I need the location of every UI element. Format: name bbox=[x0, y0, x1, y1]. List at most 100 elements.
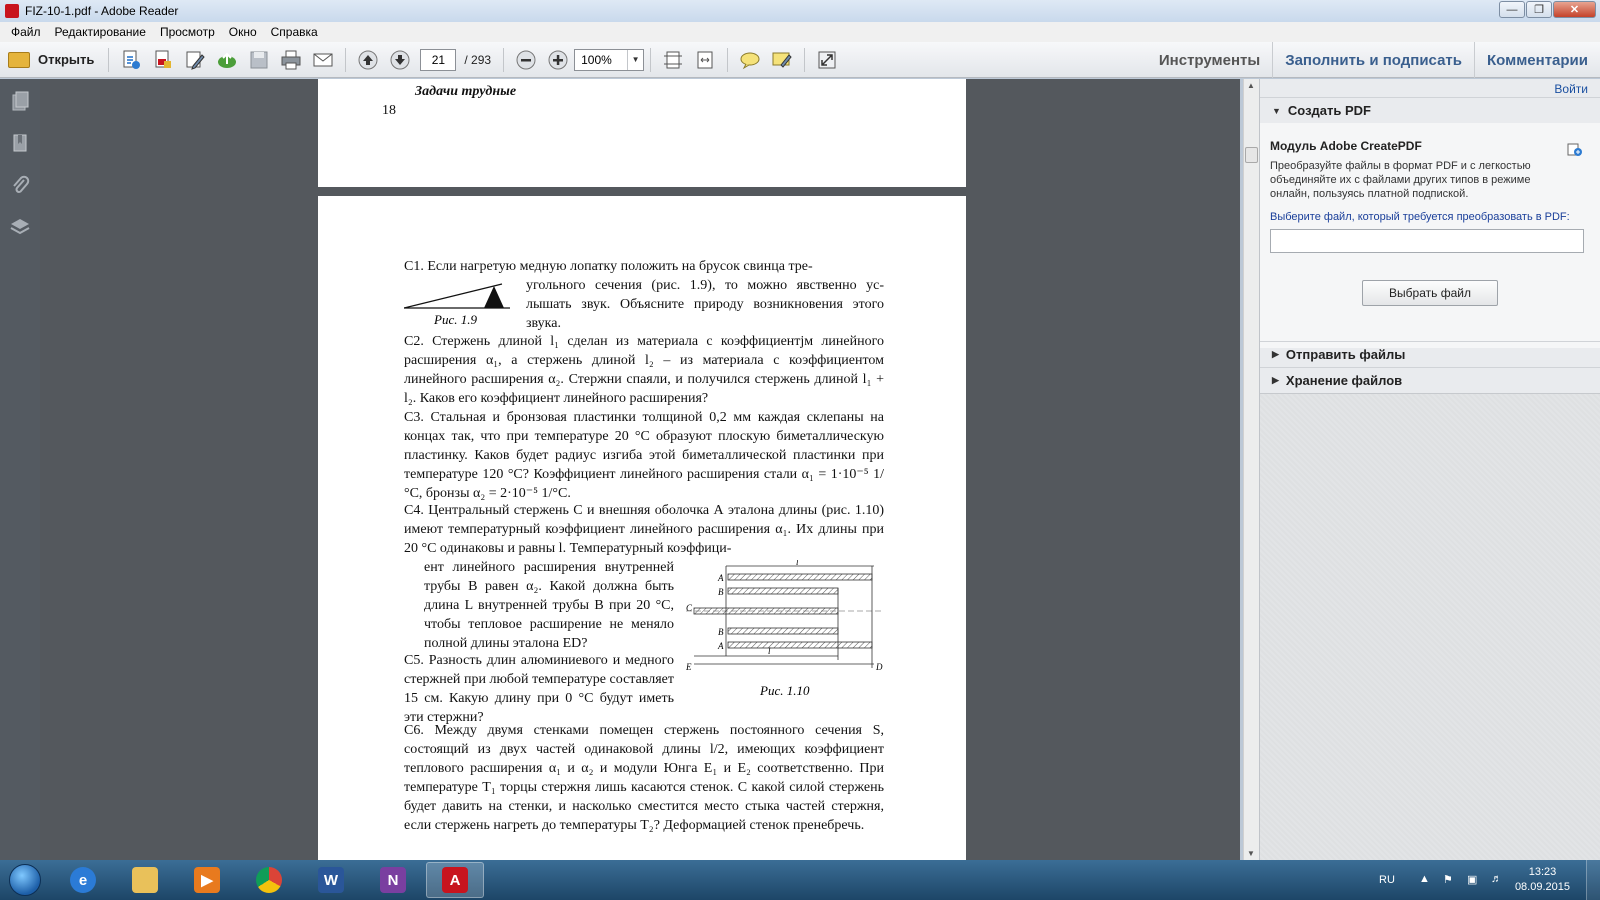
chrome-icon bbox=[256, 867, 282, 893]
folder-icon bbox=[132, 867, 158, 893]
email-icon[interactable] bbox=[311, 48, 335, 72]
cloud-upload-icon[interactable] bbox=[215, 48, 239, 72]
word-icon: W bbox=[318, 867, 344, 893]
toolbar-separator bbox=[345, 47, 347, 72]
send-files-header[interactable]: ▶ Отправить файлы bbox=[1260, 341, 1600, 367]
right-tabs: Инструменты Заполнить и подписать Коммен… bbox=[1147, 42, 1600, 78]
clock[interactable]: 13:23 08.09.2015 bbox=[1515, 865, 1570, 895]
send-files-label: Отправить файлы bbox=[1285, 347, 1406, 362]
tray-expand-icon[interactable]: ▲ bbox=[1419, 873, 1433, 887]
open-label: Открыть bbox=[38, 52, 95, 67]
restore-button[interactable]: ❐ bbox=[1526, 1, 1552, 18]
clock-time: 13:23 bbox=[1528, 866, 1557, 878]
taskbar-onenote[interactable]: N bbox=[364, 862, 422, 898]
figure-1-10-caption: Рис. 1.10 bbox=[760, 683, 810, 698]
scrollbar-thumb[interactable] bbox=[1245, 147, 1258, 163]
highlight-icon[interactable] bbox=[770, 48, 794, 72]
problem-c1-line1: C1. Если нагретую медную лопатку положит… bbox=[404, 259, 813, 274]
create-pdf-header[interactable]: ▼ Создать PDF bbox=[1260, 97, 1600, 123]
main-toolbar: Открыть 21 / 293 100% ▼ Инструменты Запо… bbox=[0, 42, 1600, 78]
choose-file-button[interactable]: Выбрать файл bbox=[1362, 280, 1498, 306]
windows-taskbar: e ▶ W N A RU ▲ ⚑ ▣ ♬ 13:23 08.09.2015 bbox=[0, 860, 1600, 900]
comment-icon[interactable] bbox=[738, 48, 762, 72]
window-controls: — ❐ ✕ bbox=[1499, 1, 1596, 18]
document-scrollbar[interactable]: ▲ ▼ bbox=[1243, 79, 1259, 860]
menu-bar: Файл Редактирование Просмотр Окно Справк… bbox=[0, 22, 1600, 42]
taskbar-chrome[interactable] bbox=[240, 862, 298, 898]
tab-comments[interactable]: Комментарии bbox=[1473, 42, 1600, 78]
onenote-icon: N bbox=[380, 867, 406, 893]
full-screen-icon[interactable] bbox=[815, 48, 839, 72]
fig-label-b-bottom: B bbox=[718, 627, 724, 637]
file-path-input[interactable] bbox=[1270, 229, 1584, 253]
edit-pdf-icon[interactable] bbox=[183, 48, 207, 72]
volume-icon[interactable]: ♬ bbox=[1491, 873, 1505, 887]
adobe-reader-icon bbox=[5, 4, 19, 18]
scroll-down-icon[interactable]: ▼ bbox=[1247, 849, 1255, 858]
export-pdf-icon[interactable] bbox=[151, 48, 175, 72]
page-thumbnails-icon[interactable] bbox=[8, 89, 32, 113]
fit-page-icon[interactable] bbox=[661, 48, 685, 72]
prev-page-icon[interactable] bbox=[356, 48, 380, 72]
tab-tools[interactable]: Инструменты bbox=[1147, 42, 1272, 78]
module-title: Модуль Adobe CreatePDF bbox=[1270, 139, 1422, 153]
attachments-icon[interactable] bbox=[8, 173, 32, 197]
document-view[interactable]: Задачи трудные 18 C1. Если нагретую медн… bbox=[40, 79, 1240, 860]
menu-window[interactable]: Окно bbox=[222, 25, 264, 39]
bookmarks-icon[interactable] bbox=[8, 131, 32, 155]
expanded-triangle-icon: ▼ bbox=[1272, 105, 1281, 116]
menu-help[interactable]: Справка bbox=[264, 25, 325, 39]
fig-label-d: D bbox=[875, 662, 883, 672]
zoom-in-icon[interactable] bbox=[546, 48, 570, 72]
menu-view[interactable]: Просмотр bbox=[153, 25, 222, 39]
menu-file[interactable]: Файл bbox=[4, 25, 48, 39]
fig-label-a-top: A bbox=[717, 573, 724, 583]
toolbar-separator bbox=[108, 47, 110, 72]
fig-label-c: C bbox=[686, 603, 693, 613]
language-indicator[interactable]: RU bbox=[1379, 874, 1395, 886]
taskbar-word[interactable]: W bbox=[302, 862, 360, 898]
figure-1-9-caption: Рис. 1.9 bbox=[434, 312, 477, 327]
next-page-icon[interactable] bbox=[388, 48, 412, 72]
zoom-out-icon[interactable] bbox=[514, 48, 538, 72]
collapsed-triangle-icon: ▶ bbox=[1272, 349, 1279, 359]
store-files-header[interactable]: ▶ Хранение файлов bbox=[1260, 367, 1600, 393]
problem-c4-top: C4. Центральный стержень С и внешняя обо… bbox=[404, 503, 884, 556]
start-button[interactable] bbox=[0, 860, 50, 900]
toolbar-separator bbox=[650, 47, 652, 72]
title-bar: FIZ-10-1.pdf - Adobe Reader — ❐ ✕ bbox=[0, 0, 1600, 22]
fit-width-icon[interactable] bbox=[693, 48, 717, 72]
createpdf-module-icon bbox=[1567, 143, 1582, 156]
layers-icon[interactable] bbox=[8, 215, 32, 239]
fig-label-e: E bbox=[686, 662, 692, 672]
taskbar-adobe-reader[interactable]: A bbox=[426, 862, 484, 898]
zoom-select[interactable]: 100% ▼ bbox=[574, 48, 645, 71]
taskbar-internet-explorer[interactable]: e bbox=[54, 862, 112, 898]
minimize-button[interactable]: — bbox=[1499, 1, 1525, 18]
create-pdf-icon[interactable] bbox=[119, 48, 143, 72]
chevron-down-icon: ▼ bbox=[627, 49, 643, 70]
toolbar-separator bbox=[503, 47, 505, 72]
login-link[interactable]: Войти bbox=[1554, 82, 1588, 96]
media-player-icon: ▶ bbox=[194, 867, 220, 893]
page-number-input[interactable]: 21 bbox=[420, 48, 457, 71]
network-icon[interactable]: ▣ bbox=[1467, 873, 1481, 887]
print-icon[interactable] bbox=[279, 48, 303, 72]
pdf-page-current: C1. Если нагретую медную лопатку положит… bbox=[318, 196, 966, 860]
fig-label-a-bottom: A bbox=[717, 641, 724, 651]
taskbar-media-player[interactable]: ▶ bbox=[178, 862, 236, 898]
open-button[interactable]: Открыть bbox=[0, 46, 102, 74]
tab-fill-sign[interactable]: Заполнить и подписать bbox=[1272, 42, 1474, 78]
show-desktop-button[interactable] bbox=[1586, 860, 1600, 900]
navigation-pane bbox=[0, 79, 40, 860]
action-center-flag-icon[interactable]: ⚑ bbox=[1443, 873, 1457, 887]
menu-edit[interactable]: Редактирование bbox=[48, 25, 153, 39]
toolbar-separator bbox=[804, 47, 806, 72]
tools-pane: Войти ▼ Создать PDF Модуль Adobe CreateP… bbox=[1259, 79, 1600, 860]
close-button[interactable]: ✕ bbox=[1553, 1, 1596, 18]
taskbar-explorer[interactable] bbox=[116, 862, 174, 898]
save-icon[interactable] bbox=[247, 48, 271, 72]
create-pdf-panel: Модуль Adobe CreatePDF Преобразуйте файл… bbox=[1260, 123, 1600, 348]
select-file-prompt: Выберите файл, который требуется преобра… bbox=[1270, 211, 1570, 223]
scroll-up-icon[interactable]: ▲ bbox=[1247, 81, 1255, 90]
